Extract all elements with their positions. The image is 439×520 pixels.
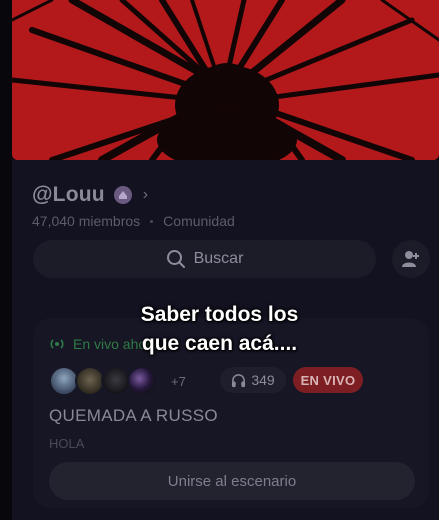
community-handle: @Louu <box>32 183 105 206</box>
meta-separator <box>150 219 154 223</box>
overlay-caption: Saber todos los que caen acá.... <box>0 300 439 358</box>
search-bar[interactable]: Buscar <box>33 240 376 278</box>
community-header[interactable]: @Louu › <box>32 183 148 207</box>
search-label: Buscar <box>193 250 244 267</box>
caption-line-2: que caen acá.... <box>141 332 298 355</box>
left-rail <box>0 0 12 520</box>
community-meta: 47,040 miembros Comunidad <box>32 213 235 229</box>
add-user-icon <box>402 251 419 267</box>
stage-title: QUEMADA A RUSSO <box>49 406 218 425</box>
headphones-icon <box>232 373 246 387</box>
screen: @Louu › 47,040 miembros Comunidad Buscar <box>0 0 439 520</box>
badge-icon <box>113 186 132 204</box>
stage-subtitle: HOLA <box>49 436 85 451</box>
caption-line-1: Saber todos los <box>140 303 299 326</box>
listener-count: 349 <box>220 367 286 393</box>
add-member-button[interactable] <box>392 240 430 278</box>
community-banner[interactable] <box>12 0 439 160</box>
avatar <box>127 366 157 396</box>
search-icon <box>166 250 185 268</box>
live-badge: EN VIVO <box>293 367 363 393</box>
participant-avatars[interactable]: +7 <box>49 366 186 396</box>
chevron-right-icon[interactable]: › <box>143 186 148 204</box>
community-type: Comunidad <box>163 213 235 229</box>
member-count: 47,040 miembros <box>32 213 141 229</box>
extra-participants: +7 <box>171 373 186 389</box>
join-stage-button[interactable]: Unirse al escenario <box>49 462 415 500</box>
banner-artwork <box>12 0 439 160</box>
listener-number: 349 <box>251 372 275 388</box>
